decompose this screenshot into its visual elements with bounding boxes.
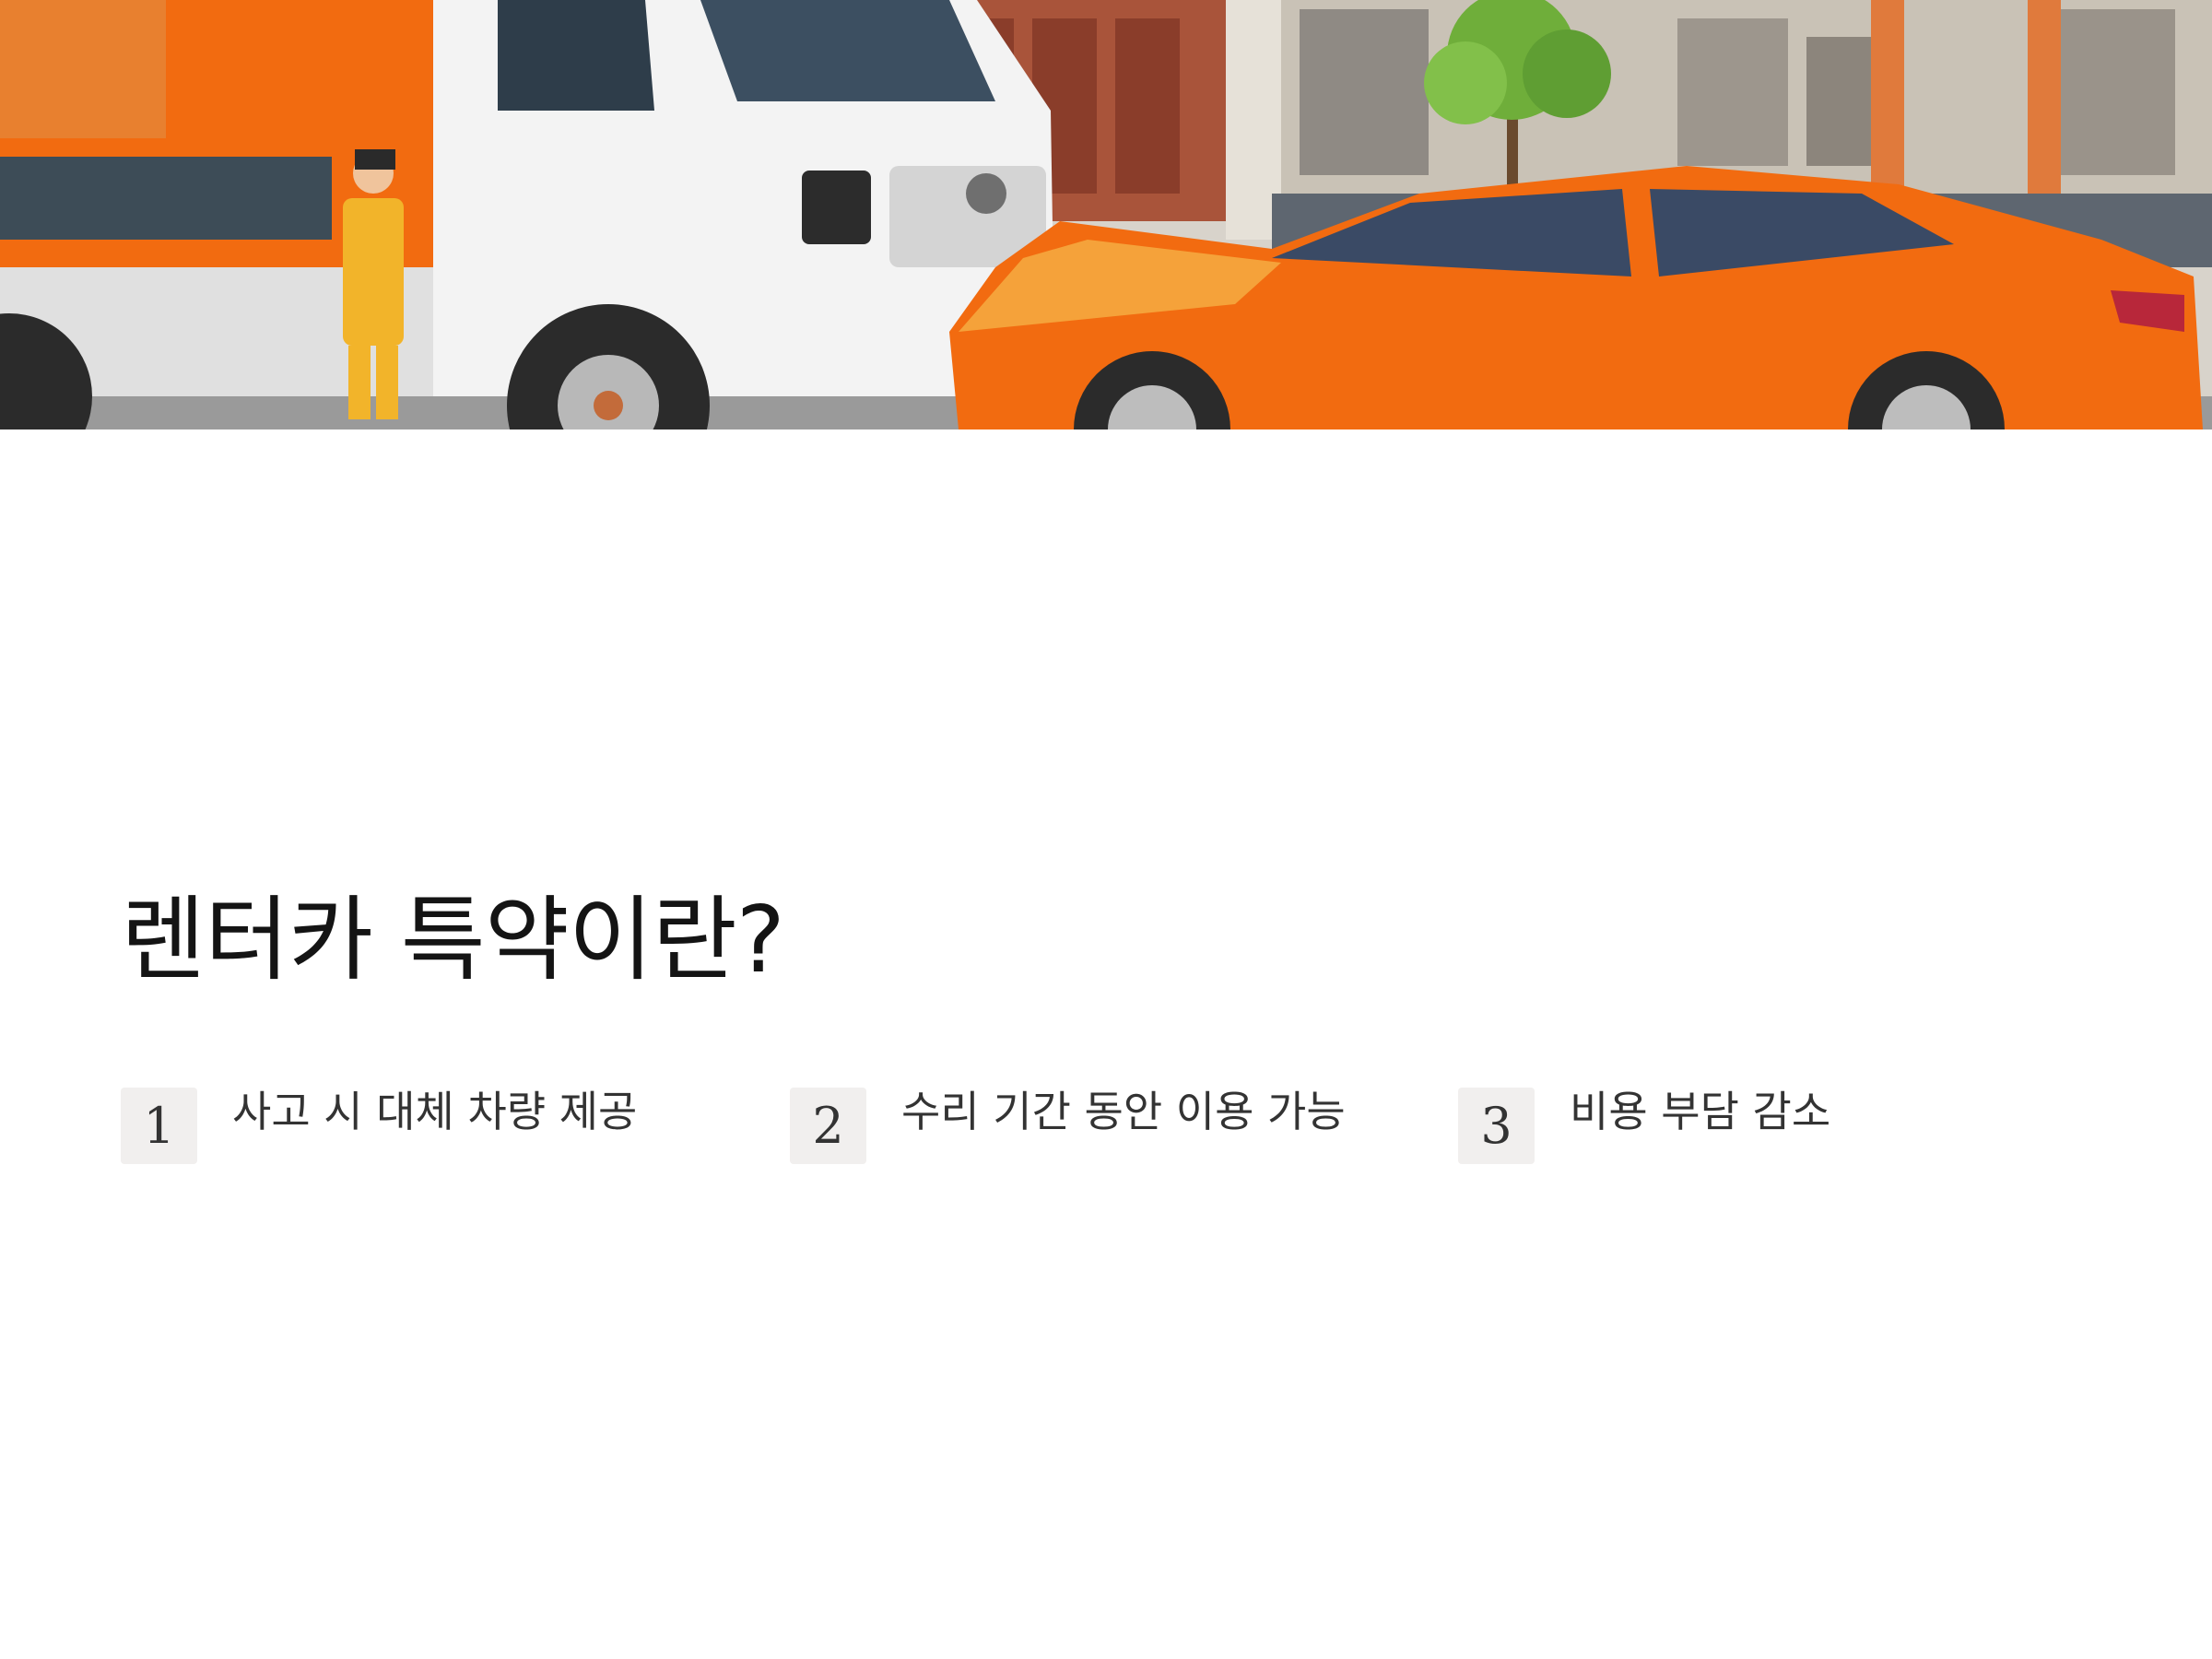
feature-list: 1 사고 시 대체 차량 제공 2 수리 기간 동안 이용 가능 3 비용 부담… [121,1084,2148,1167]
feature-number: 1 [121,1088,197,1164]
hero-image [0,0,2212,429]
page-title: 렌터카 특약이란? [121,886,785,994]
accident-illustration [0,0,2212,429]
feature-label: 수리 기간 동안 이용 가능 [901,1087,1346,1136]
feature-label: 비용 부담 감소 [1570,1087,1831,1136]
feature-number: 2 [790,1088,866,1164]
feature-label: 사고 시 대체 차량 제공 [232,1087,638,1136]
feature-number: 3 [1458,1088,1535,1164]
